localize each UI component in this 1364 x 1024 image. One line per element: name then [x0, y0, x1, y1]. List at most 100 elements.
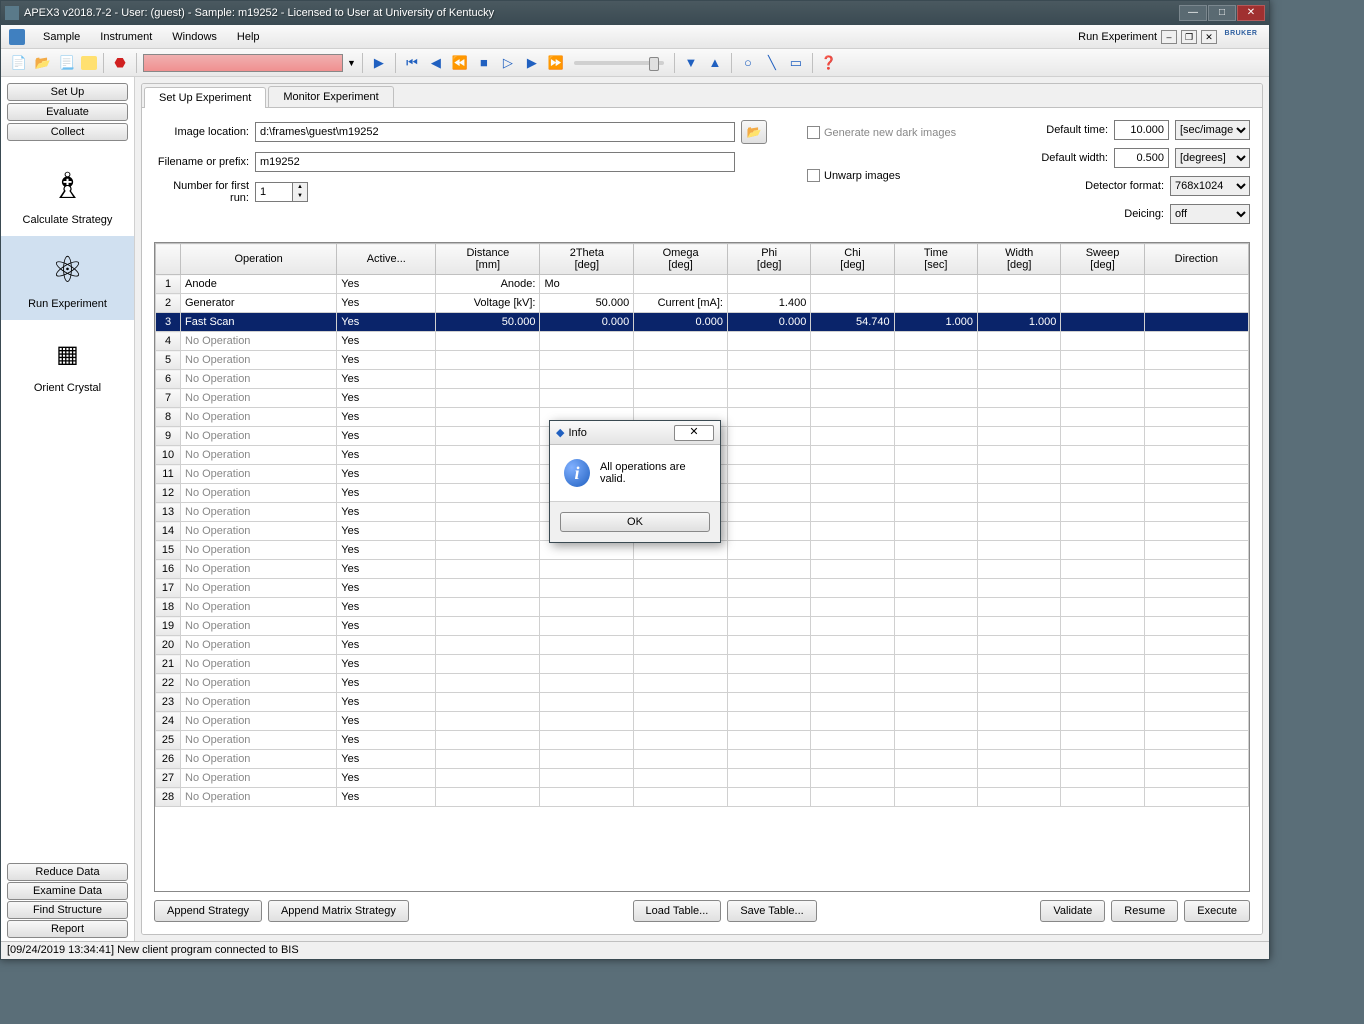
row-number[interactable]: 9 — [156, 427, 181, 446]
row-number[interactable]: 24 — [156, 712, 181, 731]
cell[interactable] — [978, 427, 1061, 446]
cell-active[interactable]: Yes — [337, 351, 436, 370]
cell[interactable] — [634, 693, 728, 712]
close-button[interactable]: ✕ — [1237, 5, 1265, 21]
cell-operation[interactable]: No Operation — [181, 484, 337, 503]
cell[interactable] — [634, 332, 728, 351]
cell[interactable] — [1061, 541, 1144, 560]
cell[interactable] — [1061, 484, 1144, 503]
cell[interactable] — [1144, 408, 1248, 427]
row-number[interactable]: 25 — [156, 731, 181, 750]
doc2-icon[interactable]: 📃 — [57, 53, 77, 73]
cell[interactable] — [634, 655, 728, 674]
cell[interactable] — [540, 769, 634, 788]
stop-icon[interactable]: ⬣ — [110, 53, 130, 73]
row-number[interactable]: 21 — [156, 655, 181, 674]
append-strategy-button[interactable]: Append Strategy — [154, 900, 262, 922]
cell[interactable] — [811, 750, 894, 769]
cell[interactable] — [894, 294, 977, 313]
cell[interactable] — [436, 750, 540, 769]
cell[interactable] — [894, 674, 977, 693]
cell-active[interactable]: Yes — [337, 693, 436, 712]
cell[interactable] — [436, 636, 540, 655]
cell[interactable] — [540, 332, 634, 351]
row-number[interactable]: 13 — [156, 503, 181, 522]
cell[interactable] — [978, 750, 1061, 769]
table-row[interactable]: 20No OperationYes — [156, 636, 1249, 655]
cell-operation[interactable]: No Operation — [181, 636, 337, 655]
cell[interactable] — [1061, 674, 1144, 693]
cell[interactable] — [436, 484, 540, 503]
row-number[interactable]: 1 — [156, 275, 181, 294]
column-header[interactable]: Direction — [1144, 244, 1248, 275]
cell[interactable] — [727, 275, 810, 294]
table-row[interactable]: 2GeneratorYesVoltage [kV]:50.000Current … — [156, 294, 1249, 313]
default-width-input[interactable] — [1114, 148, 1169, 168]
first-icon[interactable]: ⏮ — [402, 53, 422, 73]
cell-operation[interactable]: No Operation — [181, 712, 337, 731]
cell-active[interactable]: Yes — [337, 370, 436, 389]
cell-operation[interactable]: No Operation — [181, 351, 337, 370]
maximize-button[interactable]: □ — [1208, 5, 1236, 21]
cell[interactable] — [436, 370, 540, 389]
cell[interactable] — [634, 750, 728, 769]
resume-button[interactable]: Resume — [1111, 900, 1178, 922]
table-row[interactable]: 1AnodeYesAnode:Mo — [156, 275, 1249, 294]
note-icon[interactable] — [81, 56, 97, 70]
row-number[interactable]: 19 — [156, 617, 181, 636]
cell[interactable] — [811, 294, 894, 313]
cell[interactable] — [436, 522, 540, 541]
rect-tool-icon[interactable]: ▭ — [786, 53, 806, 73]
cell[interactable] — [634, 351, 728, 370]
cell[interactable] — [436, 446, 540, 465]
cell[interactable] — [894, 598, 977, 617]
cell-active[interactable]: Yes — [337, 465, 436, 484]
cell[interactable] — [1061, 731, 1144, 750]
cell[interactable] — [540, 370, 634, 389]
cell[interactable]: 0.000 — [634, 313, 728, 332]
cell[interactable] — [978, 522, 1061, 541]
cell[interactable] — [727, 712, 810, 731]
circle-tool-icon[interactable]: ○ — [738, 53, 758, 73]
number-spinner[interactable]: ▲▼ — [255, 182, 308, 202]
cell[interactable] — [1061, 275, 1144, 294]
row-number[interactable]: 2 — [156, 294, 181, 313]
prev-icon[interactable]: ◀ — [426, 53, 446, 73]
cell[interactable]: 1.400 — [727, 294, 810, 313]
cell[interactable] — [894, 503, 977, 522]
sidebar-examine-button[interactable]: Examine Data — [7, 882, 128, 900]
cell[interactable] — [1144, 446, 1248, 465]
flag-icon[interactable]: ▶ — [369, 53, 389, 73]
cell-active[interactable]: Yes — [337, 712, 436, 731]
cell-operation[interactable]: No Operation — [181, 579, 337, 598]
cell[interactable] — [811, 636, 894, 655]
cell[interactable] — [436, 674, 540, 693]
cell[interactable] — [811, 655, 894, 674]
cell[interactable] — [978, 655, 1061, 674]
mdi-close-button[interactable]: ✕ — [1201, 30, 1217, 44]
cell[interactable] — [1144, 294, 1248, 313]
cell[interactable] — [811, 351, 894, 370]
cell[interactable] — [1061, 294, 1144, 313]
row-number[interactable]: 26 — [156, 750, 181, 769]
cell[interactable] — [1144, 503, 1248, 522]
number-input[interactable] — [255, 182, 293, 202]
cell[interactable] — [978, 693, 1061, 712]
cell[interactable] — [811, 674, 894, 693]
cell[interactable] — [1061, 503, 1144, 522]
cell[interactable] — [1061, 408, 1144, 427]
cell[interactable] — [634, 598, 728, 617]
open-icon[interactable]: 📂 — [33, 53, 53, 73]
cell[interactable] — [727, 731, 810, 750]
cell[interactable] — [894, 389, 977, 408]
row-number[interactable]: 3 — [156, 313, 181, 332]
cell[interactable] — [978, 541, 1061, 560]
tab-monitor-experiment[interactable]: Monitor Experiment — [268, 86, 393, 107]
cell[interactable] — [634, 636, 728, 655]
cell[interactable] — [540, 389, 634, 408]
mdi-minimize-button[interactable]: – — [1161, 30, 1177, 44]
cell[interactable] — [978, 294, 1061, 313]
cell[interactable] — [1144, 313, 1248, 332]
cell-operation[interactable]: No Operation — [181, 446, 337, 465]
table-row[interactable]: 24No OperationYes — [156, 712, 1249, 731]
